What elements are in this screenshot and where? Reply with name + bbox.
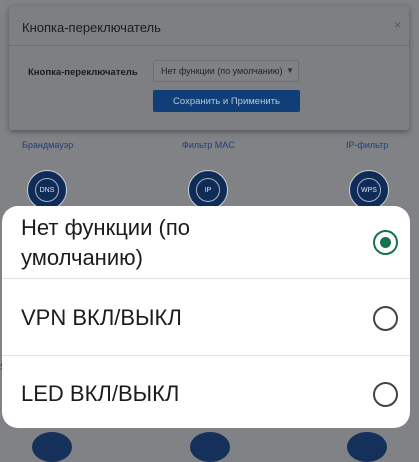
toggle-button-dialog: Кнопка-переключатель × Кнопка-переключат… [9, 6, 409, 130]
ip-icon[interactable]: IP [188, 170, 228, 210]
wps-icon[interactable]: WPS [349, 170, 389, 210]
option-vpn[interactable]: VPN ВКЛ/ВЫКЛ [2, 279, 410, 355]
ip-icon-text: IP [196, 178, 220, 202]
radio-selected-icon[interactable] [373, 230, 398, 255]
dialog-title: Кнопка-переключатель [22, 20, 161, 35]
option-label: VPN ВКЛ/ВЫКЛ [21, 305, 182, 330]
function-select-value: Нет функции (по умолчанию) [161, 66, 283, 76]
radio-unselected-icon[interactable] [373, 306, 398, 331]
chevron-down-icon: ▼ [286, 66, 294, 75]
bottom-icon-3 [347, 432, 387, 462]
feature-label-mac-filter: Фильтр MAC [182, 140, 235, 150]
close-icon[interactable]: × [394, 18, 401, 32]
dns-icon[interactable]: DNS [27, 170, 67, 210]
option-label: LED ВКЛ/ВЫКЛ [21, 381, 180, 406]
bottom-icon-1 [32, 432, 72, 462]
option-no-function[interactable]: Нет функции (по умолчанию) [2, 206, 410, 278]
option-label-line1: Нет функции (по [21, 215, 190, 240]
radio-dot-icon [380, 237, 391, 248]
function-select[interactable]: Нет функции (по умолчанию) ▼ [153, 60, 299, 82]
radio-unselected-icon[interactable] [373, 382, 398, 407]
bottom-icon-2 [190, 432, 230, 462]
dialog-divider [9, 45, 409, 46]
wps-icon-text: WPS [357, 178, 381, 202]
field-label: Кнопка-переключатель [28, 67, 138, 78]
option-picker-sheet: Нет функции (по умолчанию) VPN ВКЛ/ВЫКЛ … [2, 206, 410, 428]
save-apply-button[interactable]: Сохранить и Применить [153, 90, 300, 112]
option-label-line2: умолчанию) [21, 245, 143, 270]
feature-label-firewall: Брандмауэр [22, 140, 74, 150]
feature-label-ip-filter: IP-фильтр [346, 140, 389, 150]
option-led[interactable]: LED ВКЛ/ВЫКЛ [2, 356, 410, 428]
dns-icon-text: DNS [35, 178, 59, 202]
